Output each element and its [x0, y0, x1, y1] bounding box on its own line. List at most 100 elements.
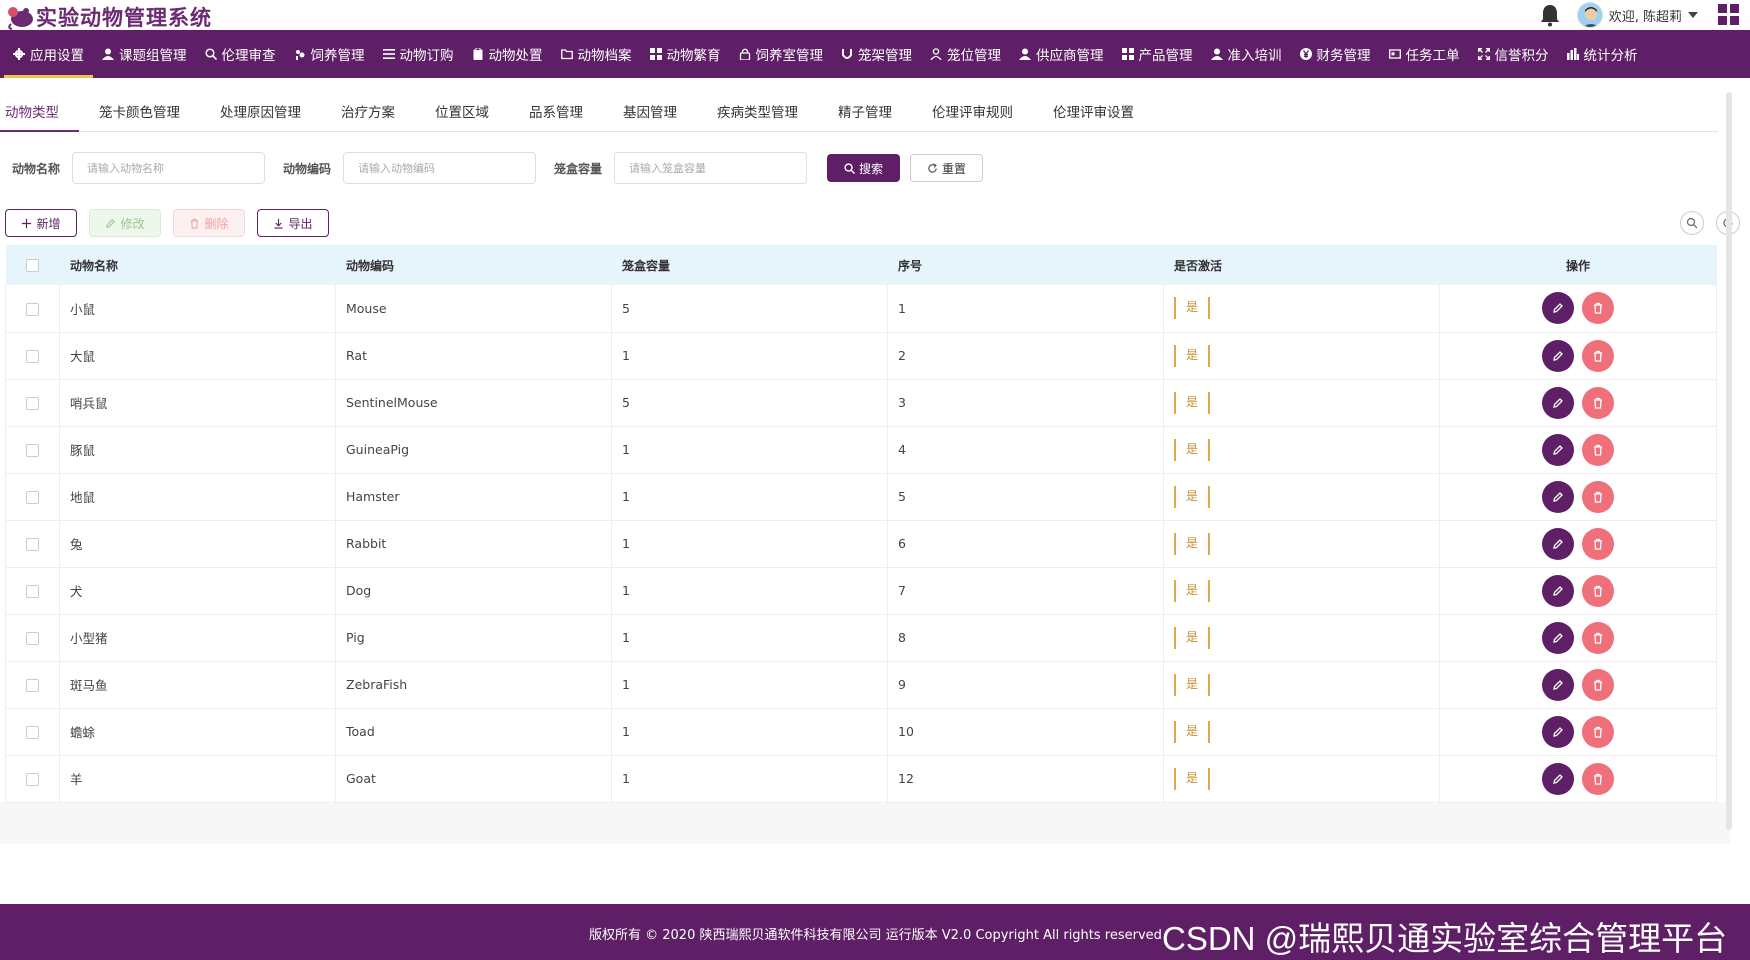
table-row[interactable]: 哨兵鼠 SentinelMouse 5 3 是: [5, 379, 1717, 427]
table-row[interactable]: 蟾蜍 Toad 1 10 是: [5, 708, 1717, 756]
row-delete-button[interactable]: [1582, 386, 1614, 419]
row-checkbox[interactable]: [26, 538, 39, 551]
tab-disposal-reason[interactable]: 处理原因管理: [200, 98, 321, 132]
row-delete-button[interactable]: [1582, 480, 1614, 513]
tab-animal-type[interactable]: 动物类型: [0, 98, 79, 132]
tab-strain[interactable]: 品系管理: [509, 98, 603, 132]
tab-ethics-rules[interactable]: 伦理评审规则: [912, 98, 1033, 132]
table-row[interactable]: 豚鼠 GuineaPig 1 4 是: [5, 426, 1717, 474]
table-row[interactable]: 大鼠 Rat 1 2 是: [5, 332, 1717, 380]
toggle-search-button[interactable]: [1680, 211, 1704, 235]
avatar[interactable]: [1576, 2, 1603, 28]
caret-down-icon[interactable]: [1688, 11, 1698, 19]
row-edit-button[interactable]: [1542, 762, 1574, 795]
search-button[interactable]: 搜索: [827, 154, 901, 182]
nav-item-rack[interactable]: 笼架管理: [832, 30, 921, 78]
tab-cage-card-color[interactable]: 笼卡颜色管理: [79, 98, 200, 132]
table-row[interactable]: 斑马鱼 ZebraFish 1 9 是: [5, 661, 1717, 709]
nav-item-project-group[interactable]: 课题组管理: [93, 30, 196, 78]
column-header-capacity[interactable]: 笼盒容量: [611, 245, 888, 285]
row-edit-button[interactable]: [1542, 480, 1574, 513]
apps-grid-icon[interactable]: [1718, 4, 1740, 26]
nav-item-ethics-review[interactable]: 伦理审查: [196, 30, 285, 78]
nav-item-finance[interactable]: 财务管理: [1291, 30, 1380, 78]
row-checkbox[interactable]: [26, 679, 39, 692]
cell-active: 是: [1163, 285, 1440, 333]
column-header-code[interactable]: 动物编码: [335, 245, 612, 285]
row-edit-button[interactable]: [1542, 292, 1574, 325]
nav-item-animal-breeding[interactable]: 动物繁育: [641, 30, 730, 78]
edit-button[interactable]: 修改: [89, 209, 161, 237]
pencil-icon: [1553, 585, 1563, 596]
table-row[interactable]: 地鼠 Hamster 1 5 是: [5, 473, 1717, 521]
select-all-checkbox[interactable]: [25, 259, 39, 272]
nav-item-statistics[interactable]: 统计分析: [1558, 30, 1647, 78]
bell-icon[interactable]: [1539, 3, 1561, 27]
logo-mouse-icon: [8, 7, 33, 30]
row-checkbox[interactable]: [26, 491, 39, 504]
row-edit-button[interactable]: [1542, 621, 1574, 654]
table-row[interactable]: 兔 Rabbit 1 6 是: [5, 520, 1717, 568]
row-delete-button[interactable]: [1582, 292, 1614, 325]
row-delete-button[interactable]: [1582, 668, 1614, 701]
add-button[interactable]: 新增: [5, 209, 77, 237]
row-checkbox[interactable]: [26, 773, 39, 786]
row-delete-button[interactable]: [1582, 433, 1614, 466]
row-edit-button[interactable]: [1542, 715, 1574, 748]
tab-location-area[interactable]: 位置区域: [415, 98, 509, 132]
row-checkbox[interactable]: [26, 350, 39, 363]
row-checkbox[interactable]: [26, 726, 39, 739]
row-checkbox[interactable]: [26, 397, 39, 410]
export-button[interactable]: 导出: [257, 209, 329, 237]
row-delete-button[interactable]: [1582, 527, 1614, 560]
row-delete-button[interactable]: [1582, 339, 1614, 372]
tab-disease-type[interactable]: 疾病类型管理: [697, 98, 818, 132]
delete-button[interactable]: 删除: [173, 209, 245, 237]
column-header-active[interactable]: 是否激活: [1163, 245, 1440, 285]
nav-item-supplier[interactable]: 供应商管理: [1010, 30, 1113, 78]
row-edit-button[interactable]: [1542, 574, 1574, 607]
animal-name-input[interactable]: 请输入动物名称: [72, 152, 266, 184]
nav-item-cage-position[interactable]: 笼位管理: [921, 30, 1010, 78]
nav-item-breeding-room[interactable]: 饲养室管理: [730, 30, 833, 78]
row-delete-button[interactable]: [1582, 621, 1614, 654]
nav-item-credit[interactable]: 信誉积分: [1469, 30, 1558, 78]
page-scrollbar[interactable]: [1726, 92, 1732, 830]
tab-gene[interactable]: 基因管理: [603, 98, 697, 132]
welcome-text[interactable]: 欢迎, 陈超莉: [1609, 6, 1682, 25]
cage-capacity-input[interactable]: 请输入笼盒容量: [614, 152, 808, 184]
nav-item-animal-disposal[interactable]: 动物处置: [463, 30, 552, 78]
row-delete-button[interactable]: [1582, 715, 1614, 748]
animal-code-input[interactable]: 请输入动物编码: [343, 152, 537, 184]
row-checkbox[interactable]: [26, 302, 39, 316]
row-checkbox[interactable]: [26, 585, 39, 598]
row-edit-button[interactable]: [1542, 527, 1574, 560]
nav-item-app-settings[interactable]: 应用设置: [4, 30, 93, 78]
column-header-name[interactable]: 动物名称: [59, 245, 336, 285]
nav-item-work-order[interactable]: 任务工单: [1380, 30, 1469, 78]
row-checkbox[interactable]: [26, 444, 39, 457]
row-checkbox[interactable]: [26, 632, 39, 645]
row-edit-button[interactable]: [1542, 386, 1574, 419]
nav-item-animal-archive[interactable]: 动物档案: [552, 30, 641, 78]
card-icon: [1388, 49, 1401, 59]
nav-item-product[interactable]: 产品管理: [1113, 30, 1202, 78]
trash-icon: [1594, 397, 1602, 409]
tab-ethics-settings[interactable]: 伦理评审设置: [1033, 98, 1154, 132]
table-row[interactable]: 小鼠 Mouse 5 1 是: [5, 285, 1717, 333]
nav-item-feeding[interactable]: 饲养管理: [285, 30, 374, 78]
table-row[interactable]: 犬 Dog 1 7 是: [5, 567, 1717, 615]
nav-item-animal-order[interactable]: 动物订购: [374, 30, 463, 78]
table-row[interactable]: 羊 Goat 1 12 是: [5, 755, 1717, 803]
column-header-seq[interactable]: 序号: [887, 245, 1164, 285]
table-row[interactable]: 小型猪 Pig 1 8 是: [5, 614, 1717, 662]
nav-item-training[interactable]: 准入培训: [1202, 30, 1291, 78]
row-edit-button[interactable]: [1542, 433, 1574, 466]
row-edit-button[interactable]: [1542, 339, 1574, 372]
reset-button[interactable]: 重置: [910, 154, 984, 182]
row-delete-button[interactable]: [1582, 574, 1614, 607]
tab-sperm[interactable]: 精子管理: [818, 98, 912, 132]
tab-treatment-plan[interactable]: 治疗方案: [321, 98, 415, 132]
row-edit-button[interactable]: [1542, 668, 1574, 701]
row-delete-button[interactable]: [1582, 762, 1614, 795]
